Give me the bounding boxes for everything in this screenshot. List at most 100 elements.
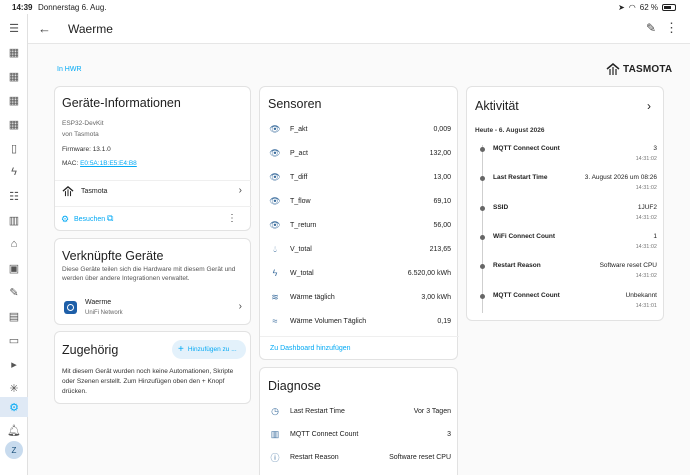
sensor-row[interactable]: 👁︎ F_akt 0,009: [260, 118, 459, 140]
timeline-dot: [480, 176, 485, 182]
tasmota-logo-icon: [606, 63, 620, 75]
activity-name: WiFi Connect Count: [493, 232, 556, 240]
activity-title: Aktivität: [475, 99, 519, 113]
sensors-footer: Zu Dashboard hinzufügen: [260, 336, 459, 360]
sensor-name: T_return: [290, 221, 317, 229]
sidebar-item-network[interactable]: ✳: [0, 378, 28, 398]
dashboard-icon: ▦: [8, 118, 20, 131]
sidebar-item-media[interactable]: ▣: [0, 258, 28, 278]
sidebar-item-settings[interactable]: ⚙: [0, 397, 28, 417]
mac-label: MAC:: [62, 160, 79, 167]
bell-icon: 🔔︎: [7, 424, 21, 437]
area-link[interactable]: In HWR: [57, 66, 82, 73]
sidebar-item-history[interactable]: ▥: [0, 210, 28, 230]
device-info-card: Geräte-Informationen ESP32-DevKit von Ta…: [54, 86, 252, 231]
edit-pencil-icon[interactable]: ✎: [646, 21, 656, 35]
add-to-label: Hinzufügen zu ...: [187, 346, 237, 353]
sidebar-item-dashboard-2[interactable]: ▦: [0, 66, 28, 86]
sidebar-item-notifications[interactable]: 🔔︎: [0, 420, 28, 440]
diagnose-value: Vor 3 Tagen: [413, 407, 451, 415]
sidebar-item-phone[interactable]: ▯: [0, 138, 28, 158]
device-model: ESP32-DevKit: [62, 120, 104, 127]
plus-icon: +: [178, 344, 184, 355]
add-to-dashboard-button[interactable]: Zu Dashboard hinzufügen: [270, 345, 351, 352]
sensors-title: Sensoren: [268, 97, 322, 111]
media-icon: ▣: [8, 262, 20, 275]
sensor-row[interactable]: 👁︎ P_act 132,00: [260, 142, 459, 164]
diagnose-row[interactable]: ◷ Last Restart Time Vor 3 Tagen: [260, 400, 459, 422]
back-arrow-icon[interactable]: ←: [38, 21, 51, 36]
activity-name: MQTT Connect Count: [493, 291, 560, 299]
device-info-footer: ⚙ Besuchen ⧉ ⋮: [55, 206, 252, 231]
activity-value: Unbekannt: [625, 291, 657, 299]
diagnose-row[interactable]: ⓘ Restart Reason Software reset CPU: [260, 446, 459, 468]
folder-icon: ▭: [8, 334, 20, 347]
sensor-row[interactable]: 👁︎ T_flow 69,10: [260, 190, 459, 212]
sensor-row[interactable]: ≋ Wärme täglich 3,00 kWh: [260, 286, 459, 308]
status-right: ➤ ◠ 62 %: [618, 3, 676, 12]
activity-time: 14:31:02: [635, 243, 657, 250]
more-vert-icon[interactable]: ⋮: [665, 20, 678, 36]
device-manufacturer: von Tasmota: [62, 131, 99, 138]
open-external-icon[interactable]: ⧉: [107, 213, 113, 224]
diagnose-value: 3: [447, 430, 451, 438]
counter-icon: ▥: [270, 428, 280, 439]
sidebar-item-dashboard-4[interactable]: ▦: [0, 114, 28, 134]
device-firmware: Firmware: 13.1.0: [62, 146, 111, 153]
linked-devices-card: Verknüpfte Geräte Diese Geräte teilen si…: [54, 238, 251, 325]
sensor-name: Wärme Volumen Täglich: [290, 317, 367, 325]
sidebar-item-terminal[interactable]: ▸: [0, 354, 28, 374]
tasmota-logo: TASMOTA: [606, 63, 672, 76]
water-waves-icon: ≈: [272, 316, 278, 326]
chevron-right-icon: ›: [238, 185, 242, 196]
avatar[interactable]: Z: [5, 441, 23, 459]
sidebar-item-files[interactable]: ▭: [0, 330, 28, 350]
sensor-value: 69,10: [433, 197, 451, 205]
linked-device-row[interactable]: Waerme UniFi Network ›: [55, 294, 252, 322]
sensor-name: Wärme täglich: [290, 293, 335, 301]
sensor-row[interactable]: ϟ W_total 6.520,00 kWh: [260, 262, 459, 284]
wifi-icon: ◠: [628, 3, 636, 12]
sidebar-item-calendar[interactable]: ▤: [0, 306, 28, 326]
timeline-dot: [480, 205, 485, 211]
timeline-line: [482, 145, 483, 313]
eye-icon: 👁︎: [269, 219, 281, 230]
sensor-value: 0,009: [433, 125, 451, 133]
device-mac: MAC: E0:5A:1B:E5:E4:B8: [62, 160, 137, 167]
sensor-value: 132,00: [429, 149, 451, 157]
activity-name: SSID: [493, 203, 509, 211]
sidebar-item-overview[interactable]: ▦: [0, 42, 28, 62]
menu-icon[interactable]: ☰: [0, 18, 28, 38]
diagnose-card: Diagnose ◷ Last Restart Time Vor 3 Tagen ▥ M…: [259, 367, 458, 475]
related-card: Zugehörig + Hinzufügen zu ... Mit diesem…: [54, 331, 251, 404]
related-description: Mit diesem Gerät wurden noch keine Autom…: [62, 368, 234, 395]
sidebar-item-dashboard-3[interactable]: ▦: [0, 90, 28, 110]
sensor-row[interactable]: 👁︎ T_return 56,00: [260, 214, 459, 236]
dashboard-icon: ▦: [8, 94, 20, 107]
sensor-name: T_diff: [290, 173, 308, 181]
more-vert-icon[interactable]: ⋮: [227, 213, 237, 224]
integration-row[interactable]: Tasmota ›: [55, 180, 252, 202]
activity-value: 3: [653, 145, 657, 152]
sensor-row[interactable]: 👁︎ T_diff 13,00: [260, 166, 459, 188]
add-to-button[interactable]: + Hinzufügen zu ...: [172, 340, 246, 359]
chevron-right-icon[interactable]: ›: [647, 99, 651, 113]
diagnose-title: Diagnose: [268, 379, 321, 393]
sensor-row[interactable]: 💧︎ V_total 213,65: [260, 238, 459, 260]
activity-time: 14:31:01: [635, 302, 657, 309]
unifi-icon: [64, 301, 77, 314]
sidebar-item-energy[interactable]: ϟ: [0, 162, 28, 182]
sidebar-item-tools[interactable]: ✎: [0, 282, 28, 302]
sidebar-item-home[interactable]: ⌂: [0, 234, 28, 254]
chart-icon: ▥: [8, 214, 20, 227]
diagnose-row[interactable]: ▥ MQTT Connect Count 3: [260, 423, 459, 445]
visit-button[interactable]: Besuchen: [74, 216, 105, 223]
activity-value: 3. August 2026 um 08:26: [584, 174, 657, 182]
mac-link[interactable]: E0:5A:1B:E5:E4:B8: [80, 160, 137, 167]
activity-time: 14:31:02: [635, 214, 657, 221]
sensor-row[interactable]: ≈ Wärme Volumen Täglich 0,19: [260, 310, 459, 332]
timeline-dot: [480, 147, 485, 152]
activity-value: 1: [653, 232, 657, 240]
sidebar-item-logbook[interactable]: ☷: [0, 186, 28, 206]
network-icon: ✳: [9, 382, 19, 395]
